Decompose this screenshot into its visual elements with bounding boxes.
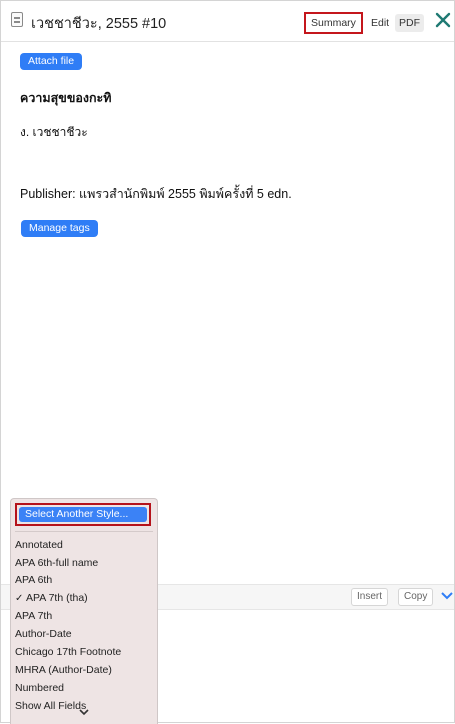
select-another-style-outline: Select Another Style... bbox=[15, 503, 151, 526]
style-menu: Select Another Style... Annotated APA 6t… bbox=[10, 498, 158, 724]
menu-item-apa-7th-tha[interactable]: APA 7th (tha) bbox=[26, 592, 88, 605]
select-another-style-item[interactable]: Select Another Style... bbox=[19, 507, 147, 522]
menu-item-author-date[interactable]: Author-Date bbox=[15, 628, 72, 641]
menu-item-chicago-17th-footnote[interactable]: Chicago 17th Footnote bbox=[15, 646, 121, 659]
manage-tags-button[interactable]: Manage tags bbox=[21, 220, 98, 237]
tab-edit[interactable]: Edit bbox=[367, 14, 393, 32]
menu-divider bbox=[15, 531, 153, 532]
menu-item-apa-7th[interactable]: APA 7th bbox=[15, 610, 52, 623]
menu-item-show-all-fields[interactable]: Show All Fields bbox=[15, 700, 86, 709]
chevron-down-icon[interactable] bbox=[79, 709, 89, 717]
menu-item-annotated[interactable]: Annotated bbox=[15, 539, 63, 552]
item-publisher: Publisher: แพรวสำนักพิมพ์ 2555 พิมพ์ครั้… bbox=[20, 187, 292, 201]
reference-panel: เวชชาชีวะ, 2555 #10 Summary Edit PDF Att… bbox=[0, 0, 455, 724]
menu-item-apa-6th[interactable]: APA 6th bbox=[15, 574, 52, 587]
insert-button[interactable]: Insert bbox=[351, 588, 389, 606]
menu-item-mhra-author-date[interactable]: MHRA (Author-Date) bbox=[15, 664, 112, 677]
menu-item-numbered[interactable]: Numbered bbox=[15, 682, 64, 695]
panel-header: เวชชาชีวะ, 2555 #10 Summary Edit PDF bbox=[1, 1, 454, 42]
tab-pdf[interactable]: PDF bbox=[395, 14, 424, 32]
checkmark-icon: ✓ bbox=[15, 593, 24, 604]
item-title: ความสุขของกะทิ bbox=[20, 91, 112, 105]
reference-title: เวชชาชีวะ, 2555 #10 bbox=[31, 16, 167, 32]
tab-summary[interactable]: Summary bbox=[304, 12, 363, 34]
menu-item-apa-6th-full-name[interactable]: APA 6th-full name bbox=[15, 557, 98, 570]
close-icon[interactable] bbox=[433, 10, 453, 30]
chevron-down-icon[interactable] bbox=[441, 591, 453, 601]
attach-file-button[interactable]: Attach file bbox=[20, 53, 83, 70]
item-author: ง. เวชชาชีวะ bbox=[20, 125, 88, 139]
copy-button[interactable]: Copy bbox=[398, 588, 434, 606]
document-icon bbox=[11, 12, 23, 27]
